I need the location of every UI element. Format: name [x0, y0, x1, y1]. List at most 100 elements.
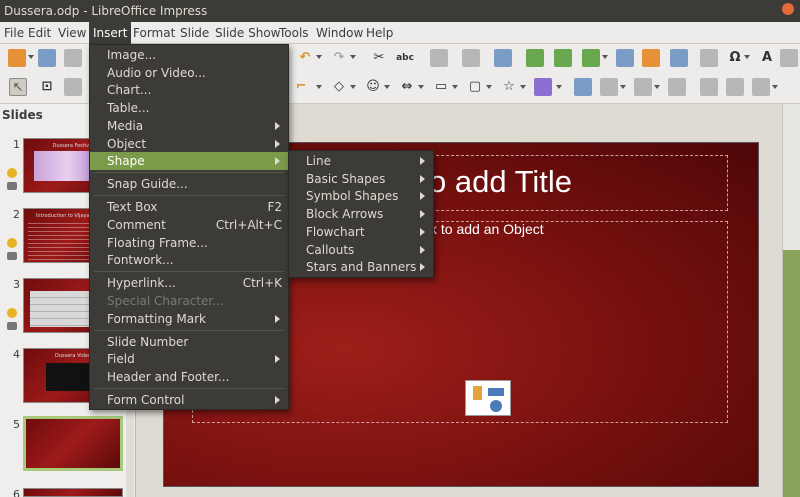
- menu-item-label: Snap Guide...: [107, 177, 188, 191]
- arrange-dropdown-icon[interactable]: [654, 85, 660, 89]
- helplines-icon[interactable]: [462, 49, 480, 67]
- window-titlebar: Dussera.odp - LibreOffice Impress: [0, 0, 800, 22]
- new-slide-icon[interactable]: [526, 49, 544, 67]
- spellcheck-icon[interactable]: abc: [396, 49, 414, 67]
- menu-slide-show[interactable]: Slide Show: [211, 22, 284, 44]
- menu-view[interactable]: View: [54, 22, 90, 44]
- menu-slide[interactable]: Slide: [176, 22, 213, 44]
- insert-menu-object[interactable]: Object: [90, 135, 288, 153]
- chart-icon[interactable]: [670, 49, 688, 67]
- insert-menu-text-box[interactable]: Text Box F2: [90, 198, 288, 216]
- slide-thumbnail-5[interactable]: [23, 416, 123, 471]
- menu-tools[interactable]: Tools: [275, 22, 313, 44]
- more-icon[interactable]: [780, 49, 798, 67]
- menu-item-label: Text Box: [107, 200, 158, 214]
- insert-menu-image[interactable]: Image...: [90, 46, 288, 64]
- filter-dropdown-icon[interactable]: [772, 85, 778, 89]
- insert-menu-table[interactable]: Table...: [90, 99, 288, 117]
- duplicate-slide-icon[interactable]: [554, 49, 572, 67]
- display-views-icon[interactable]: [494, 49, 512, 67]
- arrange-icon[interactable]: [634, 78, 652, 96]
- menu-edit[interactable]: Edit: [24, 22, 55, 44]
- insert-menu-fontwork[interactable]: Fontwork...: [90, 251, 288, 269]
- insert-menu-header-footer[interactable]: Header and Footer...: [90, 368, 288, 386]
- shadow-icon[interactable]: [700, 78, 718, 96]
- grid-icon[interactable]: [430, 49, 448, 67]
- undo-dropdown-icon[interactable]: [316, 55, 322, 59]
- filter-icon[interactable]: [752, 78, 770, 96]
- shape-submenu-symbol-shapes[interactable]: Symbol Shapes: [289, 187, 433, 205]
- open-icon[interactable]: [38, 49, 56, 67]
- flowchart-icon[interactable]: ▭: [432, 78, 450, 96]
- select-icon[interactable]: ↖: [9, 78, 27, 96]
- cut-icon[interactable]: ✂: [370, 49, 388, 67]
- table-dropdown-icon[interactable]: [602, 55, 608, 59]
- callout-dropdown-icon[interactable]: [486, 85, 492, 89]
- 3d-dropdown-icon[interactable]: [556, 85, 562, 89]
- zoom-icon[interactable]: ⊡: [38, 78, 56, 96]
- star-dropdown-icon[interactable]: [520, 85, 526, 89]
- shape-submenu-callouts[interactable]: Callouts: [289, 241, 433, 259]
- redo-dropdown-icon[interactable]: [350, 55, 356, 59]
- menu-help[interactable]: Help: [362, 22, 397, 44]
- insert-menu-chart[interactable]: Chart...: [90, 81, 288, 99]
- redo-icon[interactable]: ↷: [330, 49, 348, 67]
- symbol-dropdown-icon[interactable]: [384, 85, 390, 89]
- save-icon[interactable]: [64, 49, 82, 67]
- line-icon[interactable]: ⌐: [292, 78, 310, 96]
- submenu-arrow-icon: [275, 355, 280, 363]
- smiley-icon[interactable]: ☺: [364, 78, 382, 96]
- insert-menu-audio-video[interactable]: Audio or Video...: [90, 64, 288, 82]
- insert-menu-floating-frame[interactable]: Floating Frame...: [90, 234, 288, 252]
- arrow-icon[interactable]: ⇔: [398, 78, 416, 96]
- slide-number: 6: [13, 488, 20, 497]
- insert-menu-shape[interactable]: Shape: [90, 152, 288, 170]
- animation-icon: [7, 322, 17, 330]
- insert-menu-snap-guide[interactable]: Snap Guide...: [90, 175, 288, 193]
- media-icon[interactable]: [642, 49, 660, 67]
- new-dropdown-icon[interactable]: [28, 55, 34, 59]
- window-close-icon[interactable]: [782, 3, 794, 15]
- menu-window[interactable]: Window: [312, 22, 367, 44]
- shape-submenu-basic-shapes[interactable]: Basic Shapes: [289, 170, 433, 188]
- special-char-dropdown-icon[interactable]: [744, 55, 750, 59]
- menu-separator: [94, 195, 284, 196]
- shape-submenu-stars-banners[interactable]: Stars and Banners: [289, 258, 433, 276]
- line-dropdown-icon[interactable]: [316, 85, 322, 89]
- menu-insert[interactable]: Insert: [89, 22, 132, 44]
- callout-icon[interactable]: ▢: [466, 78, 484, 96]
- insert-menu-hyperlink[interactable]: Hyperlink... Ctrl+K: [90, 274, 288, 292]
- sidebar-tab-bar[interactable]: [783, 250, 800, 497]
- align-dropdown-icon[interactable]: [620, 85, 626, 89]
- special-char-icon[interactable]: Ω: [726, 49, 744, 67]
- align-icon[interactable]: [600, 78, 618, 96]
- insert-menu-form-control[interactable]: Form Control: [90, 391, 288, 409]
- undo-icon[interactable]: ↶: [296, 49, 314, 67]
- shape-submenu-flowchart[interactable]: Flowchart: [289, 223, 433, 241]
- 3d-icon[interactable]: [534, 78, 552, 96]
- image-icon[interactable]: [616, 49, 634, 67]
- rotate-icon[interactable]: [574, 78, 592, 96]
- arrow-dropdown-icon[interactable]: [418, 85, 424, 89]
- menu-format[interactable]: Format: [129, 22, 179, 44]
- fontwork-icon[interactable]: A: [758, 49, 776, 67]
- insert-menu-media[interactable]: Media: [90, 117, 288, 135]
- shape-icon[interactable]: ◇: [330, 78, 348, 96]
- insert-object-icon[interactable]: [465, 380, 511, 416]
- insert-menu-comment[interactable]: Comment Ctrl+Alt+C: [90, 216, 288, 234]
- star-icon[interactable]: ☆: [500, 78, 518, 96]
- table-icon[interactable]: [582, 49, 600, 67]
- slide-thumbnail-6[interactable]: [23, 488, 123, 497]
- shape-submenu-line[interactable]: Line: [289, 152, 433, 170]
- new-icon[interactable]: [8, 49, 26, 67]
- shape-dropdown-icon[interactable]: [350, 85, 356, 89]
- insert-menu-formatting-mark[interactable]: Formatting Mark: [90, 310, 288, 328]
- line-color-icon[interactable]: [64, 78, 82, 96]
- shape-submenu-block-arrows[interactable]: Block Arrows: [289, 205, 433, 223]
- textbox-icon[interactable]: [700, 49, 718, 67]
- distribute-icon[interactable]: [668, 78, 686, 96]
- crop-icon[interactable]: [726, 78, 744, 96]
- insert-menu-field[interactable]: Field: [90, 350, 288, 368]
- flowchart-dropdown-icon[interactable]: [452, 85, 458, 89]
- insert-menu-slide-number[interactable]: Slide Number: [90, 333, 288, 351]
